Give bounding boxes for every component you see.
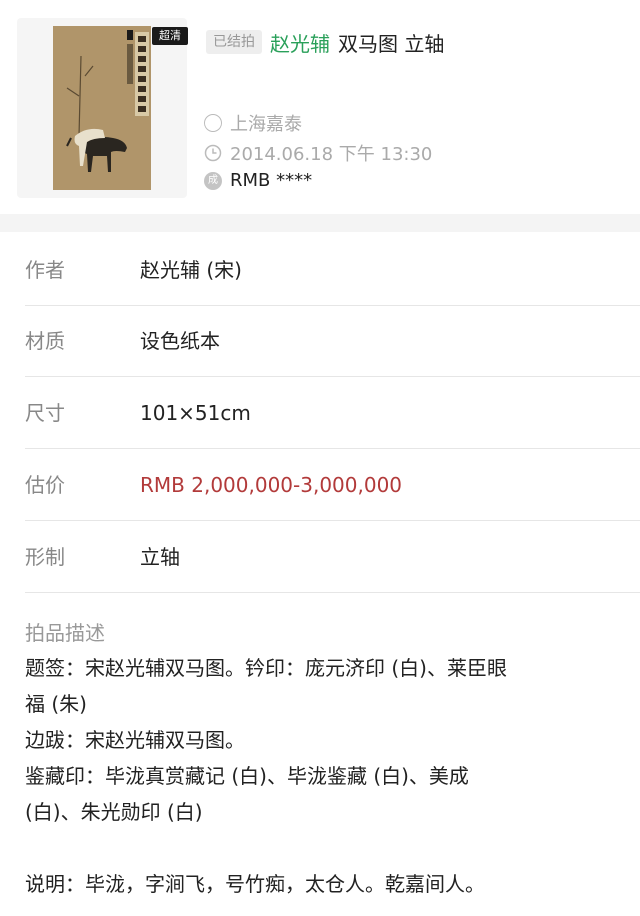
location-icon <box>204 114 222 132</box>
clock-icon <box>204 144 222 162</box>
detail-label: 估价 <box>25 473 65 497</box>
description-line: 题签：宋赵光辅双马图。钤印：庞元济印 (白)、莱臣眼 <box>25 656 507 680</box>
description-line: 福 (朱) <box>25 692 87 716</box>
status-badge: 已结拍 <box>206 30 262 54</box>
detail-row-author: 作者 赵光辅 (宋) <box>0 234 640 306</box>
detail-value: 立轴 <box>140 545 180 569</box>
detail-value: 设色纸本 <box>140 329 220 353</box>
two-horses-painting <box>53 26 151 190</box>
hd-badge: 超清 <box>152 27 188 45</box>
hammer-price: RMB **** <box>230 170 313 191</box>
lot-description: 题签：宋赵光辅双马图。钤印：庞元济印 (白)、莱臣眼 福 (朱) 边跋：宋赵光辅… <box>25 650 625 902</box>
lot-title: 已结拍 赵光辅 双马图 立轴 <box>206 28 444 56</box>
estimate-value: RMB 2,000,000-3,000,000 <box>140 473 403 497</box>
detail-row-format: 形制 立轴 <box>0 521 640 593</box>
detail-row-size: 尺寸 101×51cm <box>0 377 640 449</box>
section-divider <box>0 214 640 232</box>
lot-thumbnail[interactable] <box>17 18 187 198</box>
description-line: 边跋：宋赵光辅双马图。 <box>25 728 245 752</box>
artist-link[interactable]: 赵光辅 <box>270 28 330 57</box>
description-line: 说明：毕泷，字涧飞，号竹痴，太仓人。乾嘉间人。 <box>25 872 485 896</box>
description-title: 拍品描述 <box>25 621 105 645</box>
row-divider <box>25 592 640 593</box>
datetime-row: 2014.06.18 下午 13:30 <box>204 140 432 166</box>
detail-value: 赵光辅 (宋) <box>140 258 242 282</box>
detail-row-material: 材质 设色纸本 <box>0 305 640 377</box>
sold-icon: 成 <box>204 171 222 190</box>
detail-label: 材质 <box>25 329 65 353</box>
lot-header: 超清 已结拍 赵光辅 双马图 立轴 上海嘉泰 2014.06.18 下午 13:… <box>0 0 640 214</box>
detail-label: 形制 <box>25 545 65 569</box>
detail-row-estimate: 估价 RMB 2,000,000-3,000,000 <box>0 449 640 521</box>
price-row: 成 RMB **** <box>204 170 312 191</box>
description-line: 鉴藏印：毕泷真赏藏记 (白)、毕泷鉴藏 (白)、美成 <box>25 764 469 788</box>
work-title: 双马图 立轴 <box>338 31 445 56</box>
detail-label: 尺寸 <box>25 401 65 425</box>
painting-image[interactable] <box>53 26 151 190</box>
auction-house: 上海嘉泰 <box>230 114 302 135</box>
auction-house-row: 上海嘉泰 <box>204 110 302 136</box>
detail-label: 作者 <box>25 258 65 282</box>
auction-datetime: 2014.06.18 下午 13:30 <box>230 144 433 165</box>
detail-value: 101×51cm <box>140 401 251 425</box>
description-line: (白)、朱光勋印 (白) <box>25 800 203 824</box>
